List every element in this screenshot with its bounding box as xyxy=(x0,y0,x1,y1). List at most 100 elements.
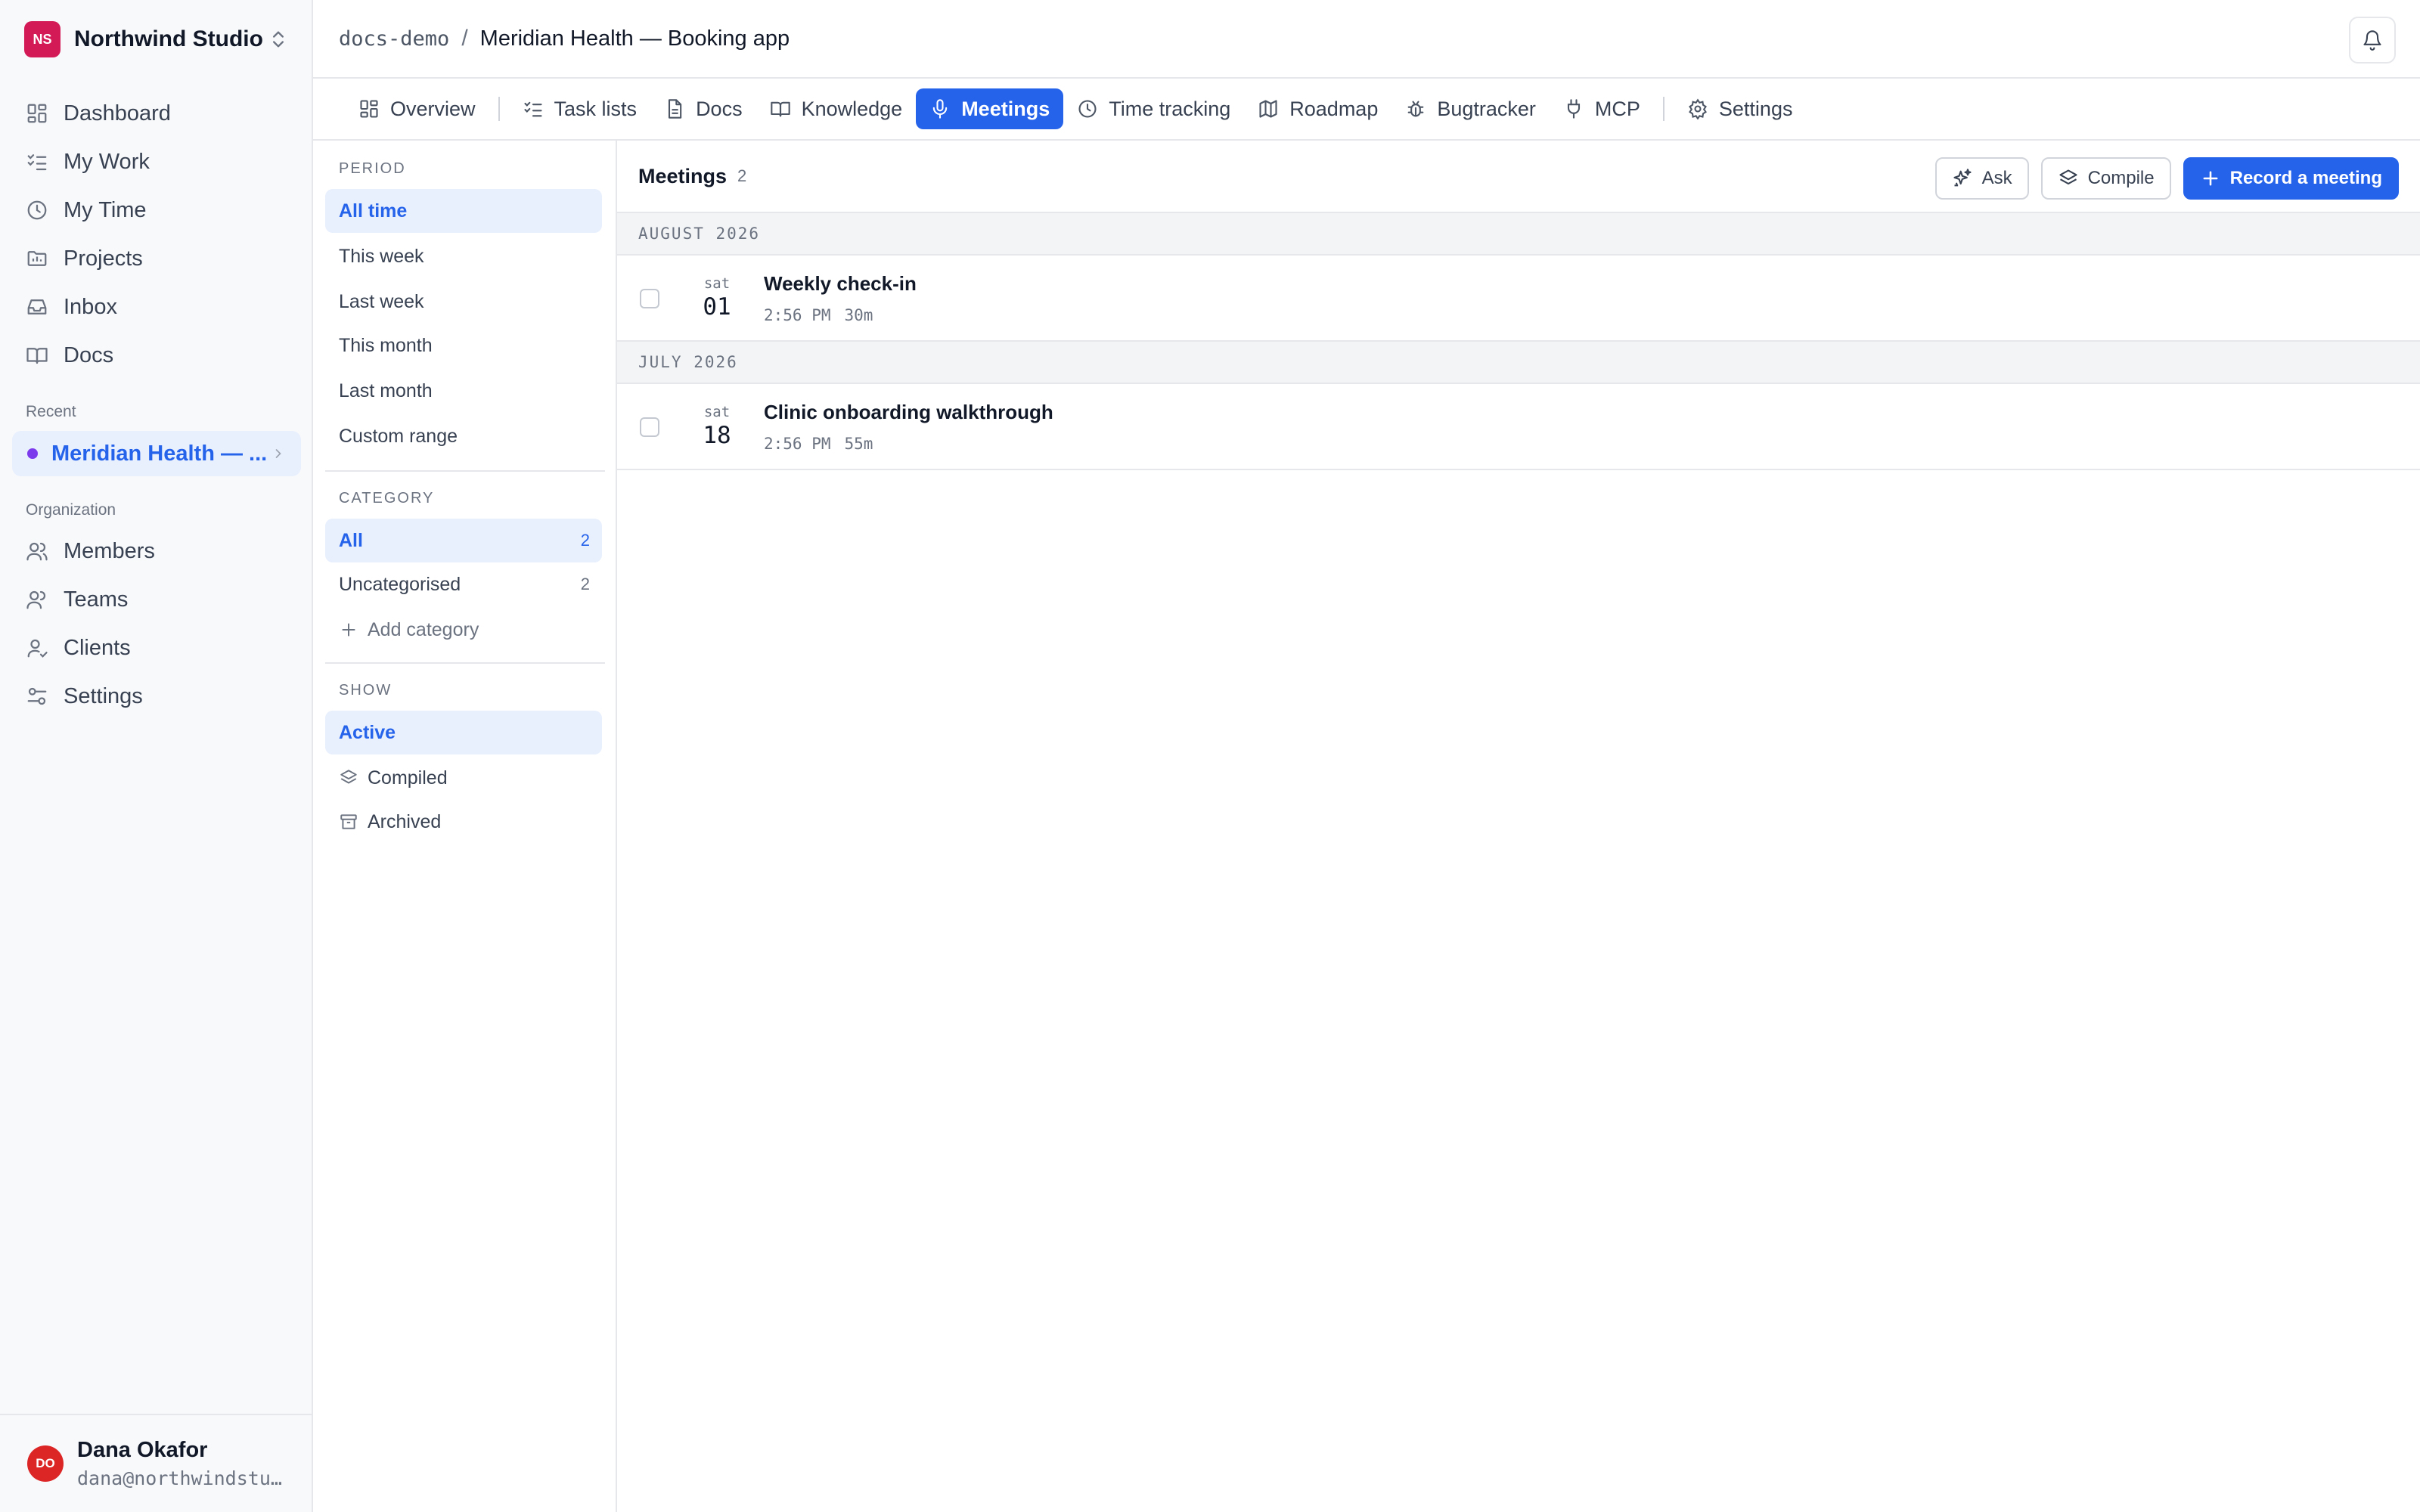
meeting-time: 2:56 PM xyxy=(764,306,831,324)
sidebar-item-clients[interactable]: Clients xyxy=(12,625,301,671)
show-filter-archived[interactable]: Archived xyxy=(325,800,602,844)
notifications-button[interactable] xyxy=(2349,17,2396,64)
user-profile[interactable]: DO Dana Okafor dana@northwindstud… xyxy=(0,1414,312,1512)
record-meeting-button[interactable]: Record a meeting xyxy=(2183,157,2399,200)
sidebar-item-settings[interactable]: Settings xyxy=(12,674,301,719)
sidebar-item-label: Inbox xyxy=(64,294,117,319)
sidebar-item-teams[interactable]: Teams xyxy=(12,577,301,622)
meetings-title: Meetings xyxy=(638,164,728,187)
tab-roadmap[interactable]: Roadmap xyxy=(1244,88,1392,129)
teams-icon xyxy=(26,590,46,609)
meeting-checkbox[interactable] xyxy=(640,289,659,308)
layers-icon xyxy=(340,770,357,784)
inbox-icon xyxy=(27,299,47,314)
tab-label: Settings xyxy=(1718,97,1793,120)
filter-label: Last week xyxy=(339,290,424,312)
meeting-date: sat 01 xyxy=(693,275,741,321)
client-icon xyxy=(27,639,48,658)
meeting-checkbox[interactable] xyxy=(640,417,659,437)
tab-label: Knowledge xyxy=(801,97,903,120)
sidebar-item-my-work[interactable]: My Work xyxy=(12,139,301,184)
show-filter-compiled[interactable]: Compiled xyxy=(325,756,602,800)
filter-label: This month xyxy=(339,334,433,356)
filter-label: Archived xyxy=(368,810,442,832)
button-label: Ask xyxy=(1981,168,2012,188)
ask-button[interactable]: Ask xyxy=(1934,157,2029,200)
checklist-icon xyxy=(27,154,47,171)
sidebar-item-projects[interactable]: Projects xyxy=(12,236,301,281)
period-filter-this-week[interactable]: This week xyxy=(325,234,602,278)
tab-task-lists[interactable]: Task lists xyxy=(509,88,651,129)
bug-icon xyxy=(1407,101,1424,117)
compile-button[interactable]: Compile xyxy=(2040,157,2171,200)
category-filter-uncategorised[interactable]: Uncategorised 2 xyxy=(325,562,602,606)
tab-meetings[interactable]: Meetings xyxy=(916,88,1064,129)
tab-mcp[interactable]: MCP xyxy=(1550,88,1654,129)
meeting-time: 2:56 PM xyxy=(764,435,831,453)
top-bar: docs-demo / Meridian Health — Booking ap… xyxy=(313,0,2420,79)
period-filter-all-time[interactable]: All time xyxy=(325,189,602,233)
book-icon xyxy=(26,348,48,364)
tab-divider xyxy=(498,97,500,121)
meeting-meta: 2:56 PM 30m xyxy=(764,306,917,324)
meeting-row[interactable]: sat 18 Clinic onboarding walkthrough 2:5… xyxy=(617,384,2420,470)
meeting-weekday: sat xyxy=(703,275,731,292)
filter-label: Compiled xyxy=(368,767,448,789)
meeting-meta: 2:56 PM 55m xyxy=(764,435,1053,453)
month-group-header: JULY 2026 xyxy=(617,342,2420,384)
dashboard-icon xyxy=(27,104,47,123)
period-filter-custom-range[interactable]: Custom range xyxy=(325,414,602,458)
sidebar-item-dashboard[interactable]: Dashboard xyxy=(12,91,301,136)
sidebar-item-inbox[interactable]: Inbox xyxy=(12,284,301,330)
meetings-header: Meetings 2 Ask Compile Record a meeting xyxy=(617,141,2420,213)
sidebar-item-my-time[interactable]: My Time xyxy=(12,187,301,233)
user-name: Dana Okafor xyxy=(77,1438,208,1462)
microphone-icon xyxy=(932,99,948,119)
sidebar-item-label: My Work xyxy=(64,149,150,174)
period-filter-this-month[interactable]: This month xyxy=(325,324,602,367)
tab-time-tracking[interactable]: Time tracking xyxy=(1063,88,1244,129)
filter-label: All time xyxy=(339,200,408,222)
tab-settings[interactable]: Settings xyxy=(1674,88,1807,129)
chevron-right-icon xyxy=(275,449,281,458)
organization-section-label: Organization xyxy=(26,501,116,519)
tab-docs[interactable]: Docs xyxy=(650,88,756,129)
sidebar-item-docs[interactable]: Docs xyxy=(12,333,301,378)
tab-label: Docs xyxy=(696,97,743,120)
meeting-date: sat 18 xyxy=(693,404,741,449)
tab-label: Overview xyxy=(390,97,476,120)
sidebar-item-label: Settings xyxy=(64,683,143,708)
add-category-button[interactable]: Add category xyxy=(325,608,602,652)
tab-label: MCP xyxy=(1594,97,1640,120)
chevron-up-down-icon xyxy=(273,31,284,48)
recent-section-label: Recent xyxy=(26,403,76,420)
meeting-title[interactable]: Weekly check-in xyxy=(764,272,917,296)
category-filter-all[interactable]: All 2 xyxy=(325,519,602,562)
tab-overview[interactable]: Overview xyxy=(345,88,489,129)
plus-icon xyxy=(342,623,355,637)
plug-icon xyxy=(1567,99,1580,119)
sidebar-item-members[interactable]: Members xyxy=(12,528,301,574)
sidebar-recent-project[interactable]: Meridian Health — ... xyxy=(12,431,301,476)
meeting-duration: 55m xyxy=(844,435,873,453)
folder-icon xyxy=(27,251,47,266)
period-filter-last-week[interactable]: Last week xyxy=(325,280,602,324)
meetings-count: 2 xyxy=(737,166,747,185)
show-filter-active[interactable]: Active xyxy=(325,711,602,754)
meeting-title[interactable]: Clinic onboarding walkthrough xyxy=(764,401,1053,424)
settings-sliders-icon xyxy=(27,687,47,705)
sidebar-item-label: Dashboard xyxy=(64,101,171,125)
meetings-panel: Meetings 2 Ask Compile Record a meeting … xyxy=(617,141,2420,1512)
sparkles-icon xyxy=(1953,169,1972,187)
page-title: Meridian Health — Booking app xyxy=(479,26,790,51)
tab-knowledge[interactable]: Knowledge xyxy=(756,88,917,129)
project-tabs: Overview Task lists Docs Knowledge Meeti… xyxy=(313,79,2420,141)
workspace-switcher[interactable]: NS Northwind Studio xyxy=(24,21,289,57)
filter-label: All xyxy=(339,529,363,551)
breadcrumb-project-slug[interactable]: docs-demo xyxy=(339,27,449,51)
meeting-row[interactable]: sat 01 Weekly check-in 2:56 PM 30m xyxy=(617,256,2420,342)
period-filter-last-month[interactable]: Last month xyxy=(325,369,602,413)
main-nav: Dashboard My Work My Time Projects Inbox… xyxy=(12,91,301,381)
divider xyxy=(325,662,605,664)
tab-bugtracker[interactable]: Bugtracker xyxy=(1392,88,1550,129)
